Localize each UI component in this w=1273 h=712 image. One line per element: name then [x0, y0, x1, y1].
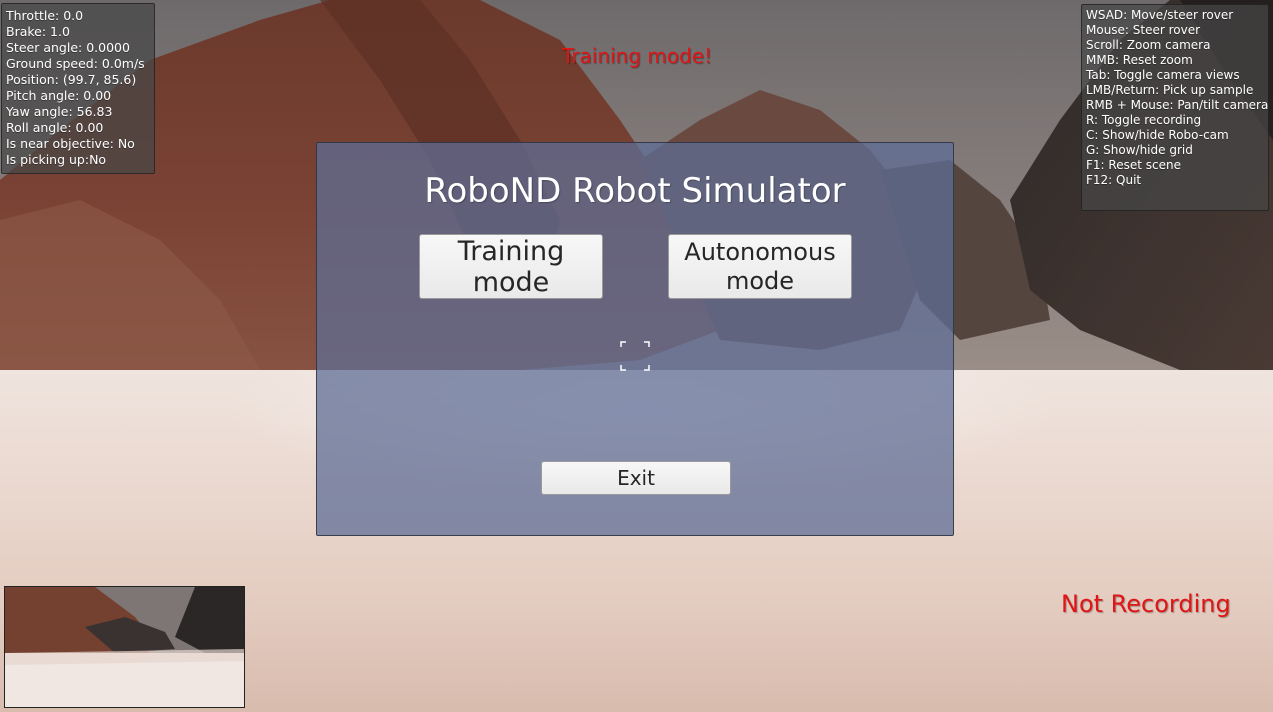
yaw-angle-readout: Yaw angle: 56.83 — [6, 104, 113, 119]
autonomous-mode-button[interactable]: Autonomous mode — [668, 234, 852, 299]
crosshair-icon — [620, 341, 650, 371]
position-readout: Position: (99.7, 85.6) — [6, 72, 137, 87]
help-line: F12: Quit — [1086, 173, 1142, 187]
help-line: LMB/Return: Pick up sample — [1086, 83, 1254, 97]
throttle-readout: Throttle: 0.0 — [6, 8, 84, 23]
help-line: F1: Reset scene — [1086, 158, 1181, 172]
help-line: Tab: Toggle camera views — [1086, 68, 1240, 82]
menu-title: RoboND Robot Simulator — [424, 171, 846, 211]
recording-status: Not Recording — [1061, 590, 1231, 618]
robo-cam-image — [5, 587, 244, 707]
controls-help-panel: WSAD: Move/steer rover Mouse: Steer rove… — [1081, 4, 1269, 211]
picking-up-readout: Is picking up:No — [6, 152, 107, 167]
help-line: Scroll: Zoom camera — [1086, 38, 1211, 52]
brake-readout: Brake: 1.0 — [6, 24, 70, 39]
help-line: WSAD: Move/steer rover — [1086, 8, 1234, 22]
exit-button[interactable]: Exit — [541, 461, 731, 495]
roll-angle-readout: Roll angle: 0.00 — [6, 120, 104, 135]
help-line: RMB + Mouse: Pan/tilt camera — [1086, 98, 1269, 112]
telemetry-panel: Throttle: 0.0 Brake: 1.0 Steer angle: 0.… — [1, 3, 155, 174]
robo-cam-view — [4, 586, 245, 708]
main-menu-panel: RoboND Robot Simulator Training mode Aut… — [316, 142, 954, 536]
mode-indicator: Training mode! — [562, 44, 713, 68]
help-line: C: Show/hide Robo-cam — [1086, 128, 1229, 142]
help-line: G: Show/hide grid — [1086, 143, 1193, 157]
near-objective-readout: Is near objective: No — [6, 136, 135, 151]
help-line: Mouse: Steer rover — [1086, 23, 1201, 37]
pitch-angle-readout: Pitch angle: 0.00 — [6, 88, 112, 103]
steer-angle-readout: Steer angle: 0.0000 — [6, 40, 130, 55]
help-line: R: Toggle recording — [1086, 113, 1202, 127]
ground-speed-readout: Ground speed: 0.0m/s — [6, 56, 145, 71]
training-mode-button[interactable]: Training mode — [419, 234, 603, 299]
help-line: MMB: Reset zoom — [1086, 53, 1193, 67]
